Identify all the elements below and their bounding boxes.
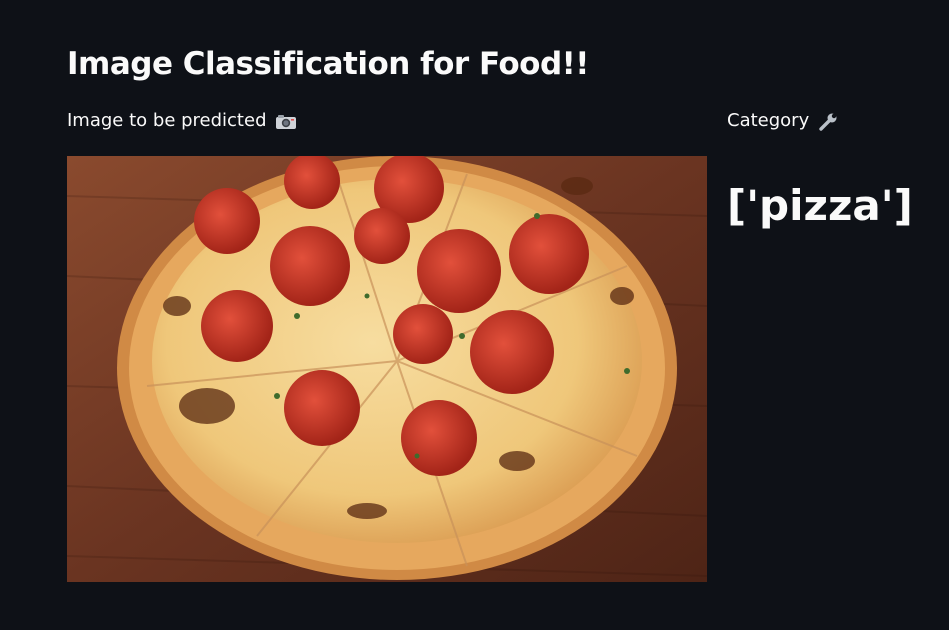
image-column-label: Image to be predicted	[67, 110, 267, 131]
image-column-header: Image to be predicted	[67, 109, 297, 133]
page-title: Image Classification for Food!!	[67, 46, 589, 82]
streamlit-app: Image Classification for Food!! Image to…	[0, 0, 949, 630]
category-column-label: Category	[727, 110, 810, 131]
prediction-result: ['pizza']	[727, 181, 913, 230]
category-column-header: Category	[727, 109, 839, 133]
pizza-illustration	[67, 156, 707, 582]
wrench-icon	[817, 112, 839, 131]
camera-icon	[275, 112, 297, 130]
pizza-photo	[67, 156, 707, 582]
